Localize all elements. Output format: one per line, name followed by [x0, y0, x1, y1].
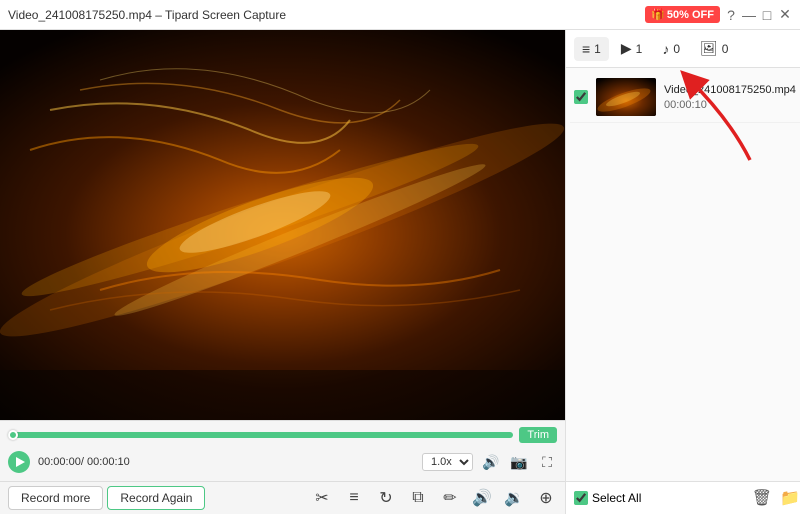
- tab-video-count: 1: [594, 42, 601, 56]
- tab-video[interactable]: ≡ 1: [574, 37, 609, 61]
- volume-down-icon[interactable]: 🔉: [503, 487, 525, 509]
- speed-select[interactable]: 1.0x 1.5x 2.0x: [422, 453, 473, 471]
- current-time: 00:00:00: [38, 456, 81, 468]
- promo-badge[interactable]: 🎁 50% OFF: [645, 6, 720, 23]
- file-item: Video_241008175250.mp4 00:00:10: [570, 72, 800, 123]
- select-all-area: Select All: [574, 491, 641, 505]
- tab-image[interactable]: 🖼 0: [692, 36, 736, 61]
- tab-play[interactable]: ▶ 1: [613, 36, 650, 61]
- file-name: Video_241008175250.mp4: [664, 84, 796, 96]
- sound-icon[interactable]: 🔊: [471, 487, 493, 509]
- music-icon: ♪: [662, 41, 669, 57]
- tab-bar: ≡ 1 ▶ 1 ♪ 0 🖼 0: [566, 30, 800, 68]
- tab-music-count: 0: [673, 42, 680, 56]
- right-panel: ≡ 1 ▶ 1 ♪ 0 🖼 0: [565, 30, 800, 514]
- maximize-button[interactable]: □: [760, 8, 774, 22]
- bottom-icons: ✂ ≡ ↻ ⧉ ✏ 🔊 🔉 ⊕: [311, 487, 557, 509]
- help-button[interactable]: ?: [724, 8, 738, 22]
- tab-music[interactable]: ♪ 0: [654, 37, 688, 61]
- timeline-area: Trim 00:00:00/ 00:00:10 1.0x 1.5x 2.0x 🔊…: [0, 420, 565, 481]
- time-display: 00:00:00/ 00:00:10: [38, 456, 130, 468]
- file-thumbnail: [596, 78, 656, 116]
- tab-image-count: 0: [722, 42, 729, 56]
- main-layout: Trim 00:00:00/ 00:00:10 1.0x 1.5x 2.0x 🔊…: [0, 30, 800, 514]
- file-duration: 00:00:10: [664, 99, 796, 111]
- playback-controls: 00:00:00/ 00:00:10 1.0x 1.5x 2.0x 🔊 📷 ⛶: [8, 447, 557, 477]
- trim-button[interactable]: Trim: [519, 427, 557, 443]
- close-button[interactable]: ✕: [778, 8, 792, 22]
- more-icon[interactable]: ⊕: [535, 487, 557, 509]
- tab-play-count: 1: [636, 42, 643, 56]
- bottom-action-bar: Select All 🗑 📁 📤: [566, 481, 800, 514]
- video-canvas: [0, 30, 565, 370]
- video-area: [0, 30, 565, 420]
- left-panel: Trim 00:00:00/ 00:00:10 1.0x 1.5x 2.0x 🔊…: [0, 30, 565, 514]
- file-info: Video_241008175250.mp4 00:00:10: [664, 84, 796, 111]
- progress-track[interactable]: [8, 432, 513, 438]
- minimize-button[interactable]: —: [742, 8, 756, 22]
- title-bar: Video_241008175250.mp4 – Tipard Screen C…: [0, 0, 800, 30]
- folder-icon[interactable]: 📁: [780, 488, 800, 508]
- volume-icon[interactable]: 🔊: [481, 452, 501, 472]
- fullscreen-icon[interactable]: ⛶: [537, 452, 557, 472]
- camera-icon[interactable]: 📷: [509, 452, 529, 472]
- play-button[interactable]: [8, 451, 30, 473]
- play-icon: ▶: [621, 40, 632, 57]
- title-bar-left: Video_241008175250.mp4 – Tipard Screen C…: [8, 8, 286, 22]
- record-more-button[interactable]: Record more: [8, 486, 103, 510]
- record-again-button[interactable]: Record Again: [107, 486, 205, 510]
- file-list: Video_241008175250.mp4 00:00:10: [566, 68, 800, 481]
- left-buttons: Record more Record Again: [8, 486, 205, 510]
- progress-thumb[interactable]: [8, 430, 18, 440]
- delete-icon[interactable]: 🗑: [752, 488, 772, 508]
- total-time: 00:00:10: [87, 456, 130, 468]
- cut-icon[interactable]: ✂: [311, 487, 333, 509]
- gift-icon: 🎁: [651, 8, 665, 21]
- title-bar-controls: 🎁 50% OFF ? — □ ✕: [645, 6, 792, 23]
- title-text: Video_241008175250.mp4 – Tipard Screen C…: [8, 8, 286, 22]
- image-icon: 🖼: [700, 40, 718, 57]
- right-action-icons: 🗑 📁 📤: [752, 488, 800, 508]
- edit-icon[interactable]: ✏: [439, 487, 461, 509]
- adjust-icon[interactable]: ≡: [343, 487, 365, 509]
- bottom-bar: Record more Record Again ✂ ≡ ↻ ⧉ ✏ 🔊 🔉 ⊕: [0, 481, 565, 514]
- file-checkbox[interactable]: [574, 90, 588, 104]
- promo-text: 50% OFF: [667, 9, 714, 21]
- progress-bar-container: Trim: [8, 427, 557, 443]
- select-all-label: Select All: [592, 491, 641, 505]
- refresh-icon[interactable]: ↻: [375, 487, 397, 509]
- list-icon: ≡: [582, 41, 590, 57]
- select-all-checkbox[interactable]: [574, 491, 588, 505]
- copy-icon[interactable]: ⧉: [407, 487, 429, 509]
